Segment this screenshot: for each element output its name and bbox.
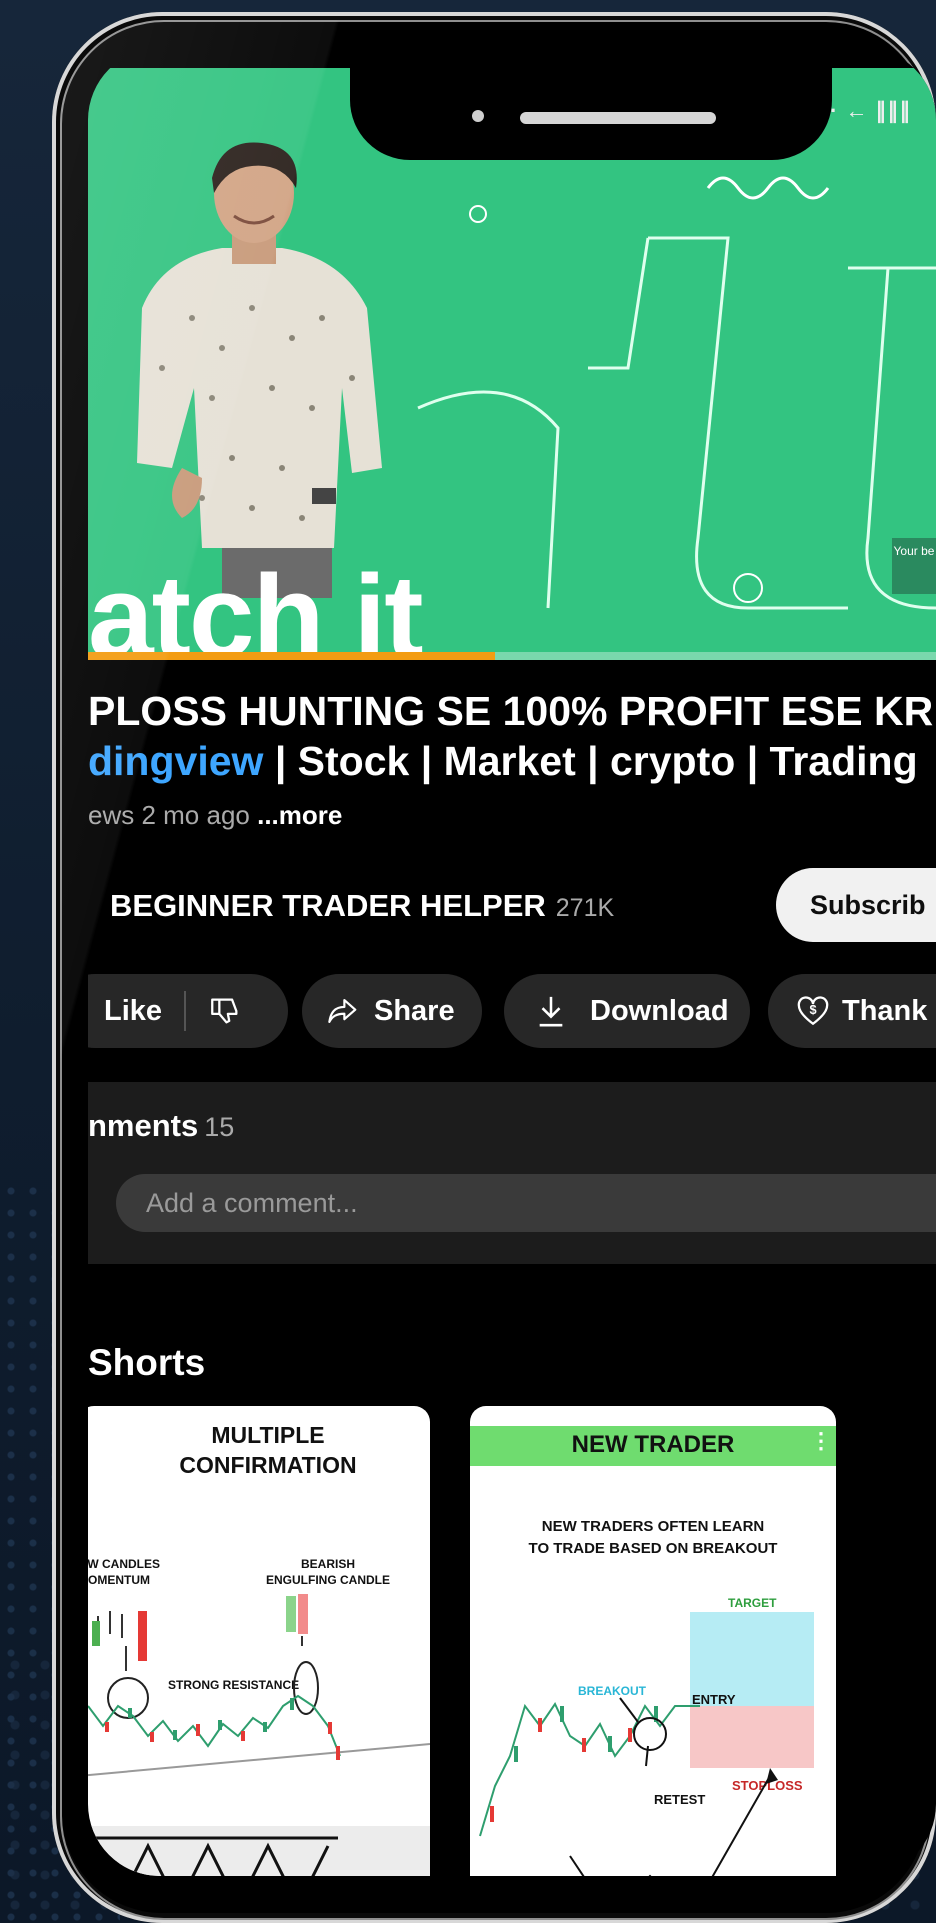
more-link[interactable]: ...more [257,800,342,830]
video-progress-bar[interactable] [88,652,936,660]
speaker-bar [520,112,716,124]
comments-title: nments [88,1108,199,1143]
thanks-button[interactable]: $ Thank [768,974,936,1048]
video-tags-text: | Stock | Market | crypto | Trading [263,738,918,784]
share-button[interactable]: Share [302,974,482,1048]
video-views-age: ews 2 mo ago [88,800,258,830]
download-label: Download [590,994,729,1027]
add-comment-input[interactable]: Add a comment... [116,1174,936,1232]
download-icon [539,996,563,1027]
presenter-image [137,142,382,598]
video-title[interactable]: PLOSS HUNTING SE 100% PROFIT ESE KR [88,688,933,735]
comments-count: 15 [204,1112,235,1142]
like-dislike-group: Like [88,974,288,1048]
comments-header: nments 15 [88,1108,234,1144]
short-card[interactable]: NEW TRADER ⋮ NEW TRADERS OFTEN LEARN TO … [470,1406,836,1876]
phone-screen: · ← ∥∥∥ atch it Your be PLOSS HUNTING SE… [88,48,936,1876]
channel-row[interactable]: BEGINNER TRADER HELPER 271K [110,888,614,924]
comments-panel[interactable]: nments 15 Add a comment... [88,1082,936,1264]
share-label: Share [374,994,455,1027]
share-arrow-icon [328,999,357,1023]
like-button[interactable]: Like [104,995,162,1028]
candlestick-illustration [88,1594,430,1876]
svg-text:$: $ [809,1002,816,1017]
video-tags: dingview | Stock | Market | crypto | Tra… [88,738,918,785]
video-meta[interactable]: ews 2 mo ago ...more [88,800,342,831]
subscriber-count: 271K [555,894,615,922]
shorts-header: Shorts [88,1342,206,1383]
thumbnail-text: atch it [88,551,423,660]
download-button[interactable]: Download [504,974,750,1048]
divider [184,991,187,1031]
thumbs-down-icon [211,998,238,1024]
heart-dollar-icon: $ [797,996,829,1026]
subscribe-button[interactable]: Subscrib [776,868,936,942]
breakout-illustration [479,1697,778,1876]
phone-notch [350,60,832,160]
dislike-button[interactable] [208,994,242,1028]
thanks-label: Thank [842,994,928,1027]
video-tag-link[interactable]: dingview [88,738,263,784]
channel-name[interactable]: BEGINNER TRADER HELPER [110,888,546,923]
camera-dot [472,110,484,122]
video-progress-fill [88,652,496,660]
status-icons: · ← ∥∥∥ [830,98,912,123]
side-badge: Your be [892,538,936,594]
short-card[interactable]: MULTIPLE CONFIRMATION OW CANDLES MOMENTU… [88,1406,430,1876]
